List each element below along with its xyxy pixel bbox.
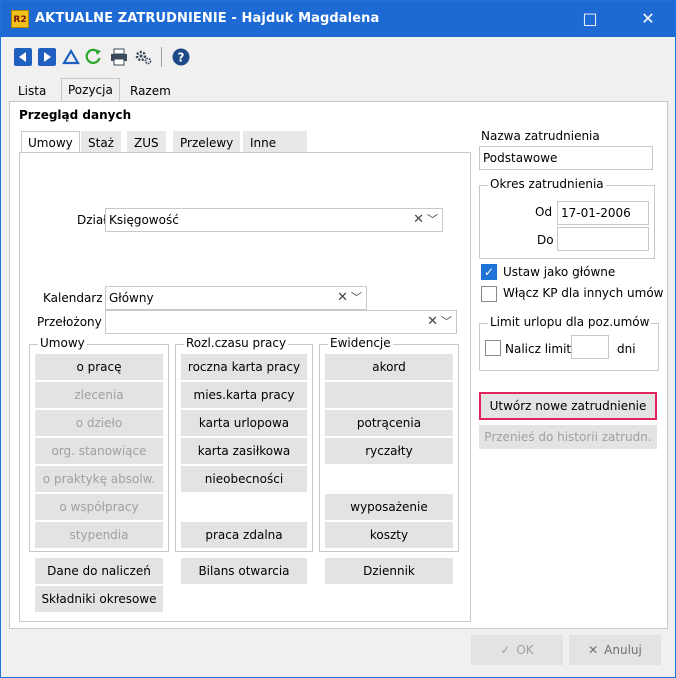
przenies-do-historii-button[interactable]: Przenieś do historii zatrudn. bbox=[479, 425, 657, 449]
kalendarz-label: Kalendarz bbox=[43, 291, 103, 305]
nieobecnosci-button[interactable]: nieobecności bbox=[181, 466, 307, 492]
dane-do-naliczen-button[interactable]: Dane do naliczeń bbox=[35, 558, 163, 584]
do-date-input[interactable] bbox=[557, 227, 649, 251]
umowy-zlecenia-button[interactable]: zlecenia bbox=[35, 382, 163, 408]
nalicz-limit-checkbox[interactable] bbox=[485, 340, 501, 356]
umowy-o-dzielo-button[interactable]: o dzieło bbox=[35, 410, 163, 436]
app-icon: R2 bbox=[11, 10, 29, 28]
chevron-down-icon[interactable]: ﹀ bbox=[441, 311, 452, 333]
ewidencje-empty-button bbox=[325, 382, 453, 408]
ustaw-checkbox[interactable]: ✓ bbox=[481, 264, 497, 280]
dziennik-button[interactable]: Dziennik bbox=[325, 558, 453, 584]
kalendarz-value: Główny bbox=[109, 291, 154, 305]
umowy-o-prace-button[interactable]: o pracę bbox=[35, 354, 163, 380]
tab-zus[interactable]: ZUS bbox=[127, 131, 166, 153]
bilans-otwarcia-button[interactable]: Bilans otwarcia bbox=[181, 558, 307, 584]
tab-lista[interactable]: Lista bbox=[11, 79, 53, 101]
anuluj-label: Anuluj bbox=[604, 643, 642, 657]
nalicz-limit-label: Nalicz limit bbox=[505, 342, 572, 356]
chevron-down-icon[interactable]: ﹀ bbox=[427, 209, 438, 231]
toolbar-separator bbox=[161, 47, 162, 67]
clear-icon[interactable]: ✕ bbox=[413, 209, 424, 231]
tab-umowy[interactable]: Umowy bbox=[21, 131, 80, 153]
nazwa-zatrudnienia-label: Nazwa zatrudnienia bbox=[481, 129, 600, 143]
ustaw-label: Ustaw jako główne bbox=[503, 265, 616, 279]
dzial-combo[interactable]: Księgowość ✕ ﹀ bbox=[105, 208, 443, 232]
first-icon[interactable] bbox=[13, 47, 33, 67]
dzial-value: Księgowość bbox=[109, 213, 179, 227]
svg-text:?: ? bbox=[178, 51, 185, 65]
umowy-wspolpracy-button[interactable]: o współpracy bbox=[35, 494, 163, 520]
karta-urlopowa-button[interactable]: karta urlopowa bbox=[181, 410, 307, 436]
wyposazenie-button[interactable]: wyposażenie bbox=[325, 494, 453, 520]
koszty-button[interactable]: koszty bbox=[325, 522, 453, 548]
print-icon[interactable] bbox=[109, 47, 129, 67]
przelozony-label: Przełożony bbox=[37, 315, 102, 329]
do-label: Do bbox=[537, 233, 554, 247]
od-label: Od bbox=[535, 205, 553, 219]
tab-inne[interactable]: Inne bbox=[243, 131, 307, 153]
chevron-down-icon[interactable]: ﹀ bbox=[351, 287, 362, 309]
okres-group-title: Okres zatrudnienia bbox=[488, 177, 606, 191]
od-date-input[interactable]: 17-01-2006 bbox=[557, 201, 649, 225]
next-icon[interactable] bbox=[37, 47, 57, 67]
umowy-praktyke-button[interactable]: o praktykę absolw. bbox=[35, 466, 163, 492]
up-icon[interactable] bbox=[61, 47, 81, 67]
minimize-button[interactable]: □ bbox=[567, 1, 613, 37]
anuluj-button[interactable]: ✕ Anuluj bbox=[569, 635, 661, 665]
title-bar: R2 AKTUALNE ZATRUDNIENIE - Hajduk Magdal… bbox=[1, 1, 675, 37]
rozl-group-title: Rozl.czasu pracy bbox=[184, 336, 289, 350]
cancel-icon: ✕ bbox=[588, 643, 599, 657]
nazwa-zatrudnienia-input[interactable]: Podstawowe bbox=[479, 146, 653, 170]
tab-razem[interactable]: Razem bbox=[123, 79, 178, 101]
wlacz-kp-label: Włącz KP dla innych umów bbox=[503, 286, 664, 300]
umowy-stypendia-button[interactable]: stypendia bbox=[35, 522, 163, 548]
settings-icon[interactable] bbox=[133, 47, 153, 67]
clear-icon[interactable]: ✕ bbox=[427, 311, 438, 333]
mies-karta-button[interactable]: mies.karta pracy bbox=[181, 382, 307, 408]
window: R2 AKTUALNE ZATRUDNIENIE - Hajduk Magdal… bbox=[0, 0, 676, 678]
ok-label: OK bbox=[516, 643, 534, 657]
clear-icon[interactable]: ✕ bbox=[337, 287, 348, 309]
wlacz-kp-checkbox[interactable] bbox=[481, 286, 497, 302]
umowy-org-stanowiace-button[interactable]: org. stanowiące bbox=[35, 438, 163, 464]
potracenia-button[interactable]: potrącenia bbox=[325, 410, 453, 436]
przelozony-combo[interactable]: ✕ ﹀ bbox=[105, 310, 457, 334]
refresh-icon[interactable] bbox=[83, 47, 103, 67]
dzial-label: Dział bbox=[77, 213, 107, 227]
close-button[interactable]: ✕ bbox=[625, 1, 671, 37]
help-icon[interactable]: ? bbox=[171, 47, 191, 67]
dni-label: dni bbox=[617, 342, 636, 356]
umowy-group-title: Umowy bbox=[38, 336, 87, 350]
tab-przelewy[interactable]: Przelewy bbox=[173, 131, 241, 153]
tab-staz[interactable]: Staż bbox=[81, 131, 121, 153]
utworz-nowe-zatrudnienie-button[interactable]: Utwórz nowe zatrudnienie bbox=[479, 392, 657, 420]
kalendarz-combo[interactable]: Główny ✕ ﹀ bbox=[105, 286, 367, 310]
limit-days-input[interactable] bbox=[571, 335, 609, 359]
ewidencje-group-title: Ewidencje bbox=[328, 336, 393, 350]
tab-pozycja[interactable]: Pozycja bbox=[61, 78, 120, 102]
skladniki-okresowe-button[interactable]: Składniki okresowe bbox=[35, 586, 163, 612]
limit-group-title: Limit urlopu dla poz.umów bbox=[488, 315, 652, 329]
akord-button[interactable]: akord bbox=[325, 354, 453, 380]
praca-zdalna-button[interactable]: praca zdalna bbox=[181, 522, 307, 548]
roczna-karta-button[interactable]: roczna karta pracy bbox=[181, 354, 307, 380]
toolbar: ? bbox=[1, 37, 675, 77]
window-title: AKTUALNE ZATRUDNIENIE - Hajduk Magdalena bbox=[35, 11, 380, 26]
section-title: Przegląd danych bbox=[19, 108, 132, 122]
check-icon: ✓ bbox=[500, 643, 511, 657]
ok-button[interactable]: ✓ OK bbox=[471, 635, 563, 665]
karta-zasilkowa-button[interactable]: karta zasiłkowa bbox=[181, 438, 307, 464]
ryczalty-button[interactable]: ryczałty bbox=[325, 438, 453, 464]
